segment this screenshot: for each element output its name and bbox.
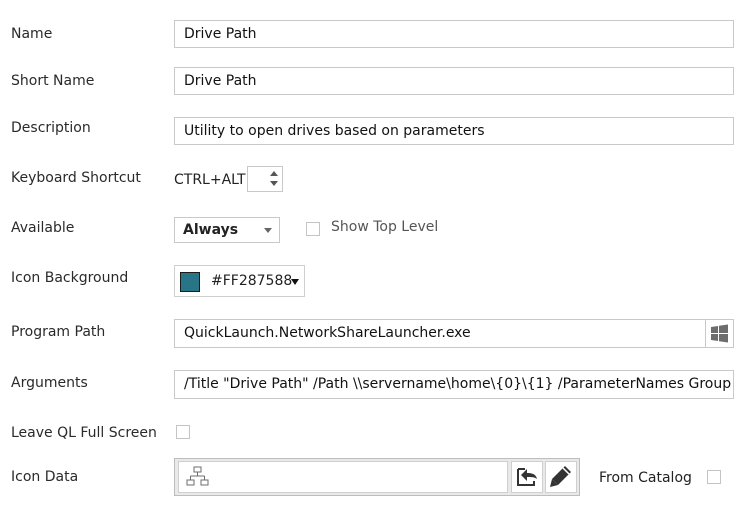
leave-fullscreen-checkbox[interactable] — [176, 425, 190, 439]
shortcut-key-input[interactable] — [247, 166, 283, 192]
available-label: Available — [11, 220, 75, 236]
edit-icon-button[interactable] — [545, 461, 577, 493]
arguments-input[interactable]: /Title "Drive Path" /Path \\servername\h… — [174, 370, 734, 399]
description-label: Description — [11, 120, 91, 136]
import-icon-button[interactable] — [511, 461, 543, 493]
icon-data-group — [174, 458, 580, 496]
color-value: #FF287588 — [211, 273, 293, 289]
short-name-input[interactable]: Drive Path — [174, 67, 734, 95]
from-catalog-label: From Catalog — [599, 470, 692, 486]
icon-data-label: Icon Data — [11, 469, 79, 485]
shortcut-prefix: CTRL+ALT+ — [174, 172, 258, 188]
chevron-down-icon — [291, 279, 299, 285]
leave-fullscreen-label: Leave QL Full Screen — [11, 425, 157, 441]
arguments-label: Arguments — [11, 375, 88, 391]
program-path-input[interactable]: QuickLaunch.NetworkShareLauncher.exe — [174, 319, 706, 348]
windows-logo-icon — [711, 324, 728, 343]
icon-background-label: Icon Background — [11, 270, 129, 286]
chevron-down-icon — [264, 228, 272, 233]
available-value: Always — [183, 222, 239, 238]
short-name-label: Short Name — [11, 73, 95, 89]
icon-data-preview[interactable] — [178, 461, 508, 493]
program-path-label: Program Path — [11, 324, 106, 340]
spin-up-icon[interactable] — [270, 171, 278, 176]
show-top-level-label: Show Top Level — [331, 219, 439, 235]
show-top-level-checkbox[interactable] — [306, 222, 320, 236]
icon-background-color-picker[interactable]: #FF287588 — [174, 265, 305, 297]
description-input[interactable]: Utility to open drives based on paramete… — [174, 117, 734, 145]
available-dropdown[interactable]: Always — [174, 217, 280, 243]
name-input[interactable]: Drive Path — [174, 20, 734, 48]
keyboard-shortcut-label: Keyboard Shortcut — [11, 170, 141, 186]
color-swatch — [180, 272, 200, 292]
browse-program-button[interactable] — [705, 319, 734, 348]
spin-down-icon[interactable] — [270, 181, 278, 186]
import-icon — [517, 468, 537, 486]
spin-buttons[interactable] — [267, 167, 282, 191]
from-catalog-checkbox[interactable] — [707, 470, 721, 484]
name-label: Name — [11, 26, 53, 42]
hierarchy-icon — [186, 466, 209, 486]
pencil-icon — [550, 466, 571, 487]
